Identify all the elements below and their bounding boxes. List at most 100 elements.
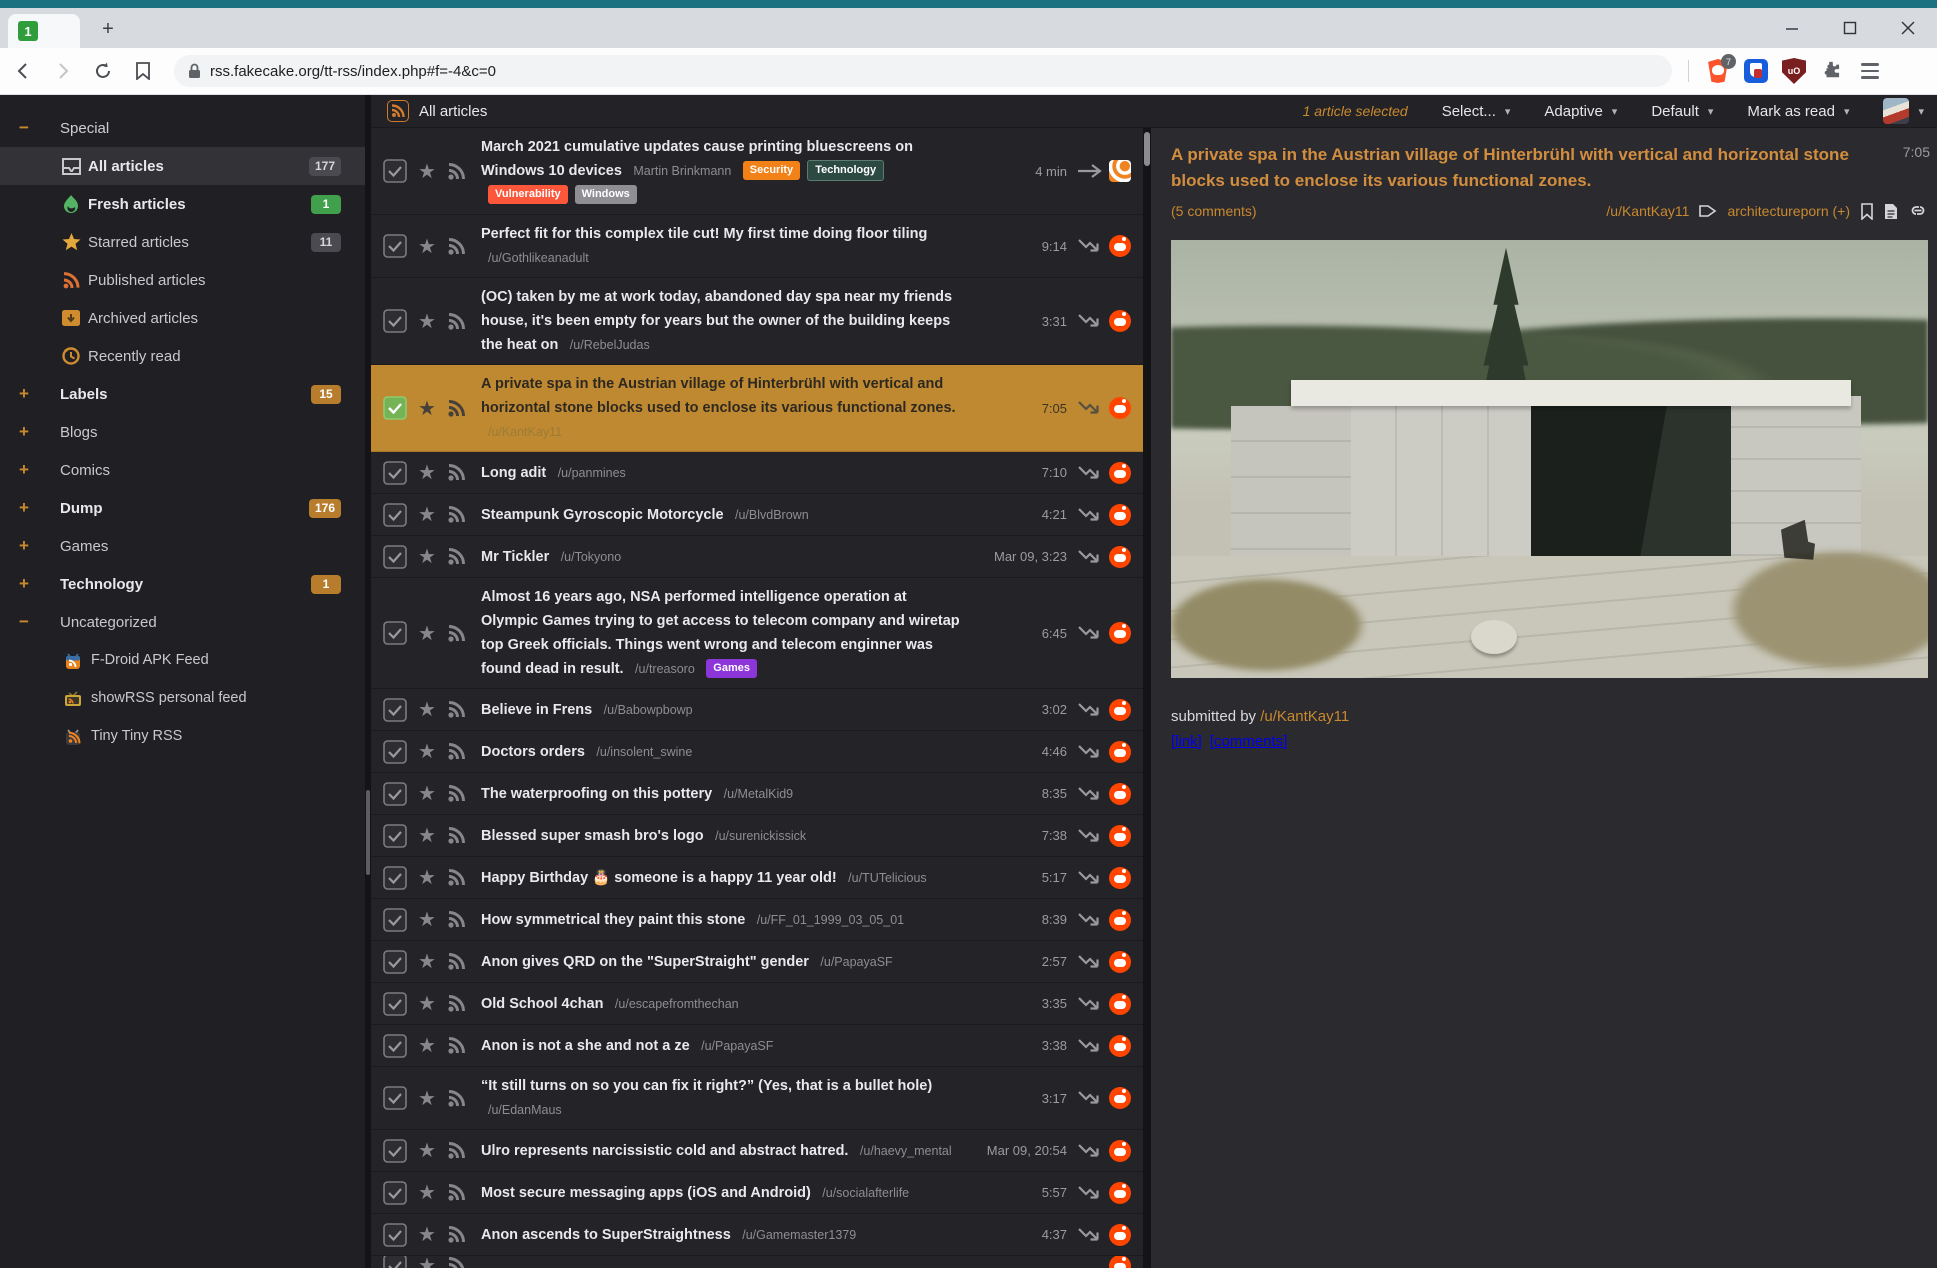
headlines-splitter[interactable] bbox=[1143, 128, 1151, 1268]
star-icon[interactable]: ★ bbox=[415, 159, 439, 184]
article-title[interactable]: Believe in Frens bbox=[481, 702, 592, 718]
reload-button[interactable] bbox=[86, 54, 120, 88]
article-author-link[interactable]: /u/KantKay11 bbox=[1606, 203, 1689, 219]
expander-icon[interactable]: + bbox=[14, 422, 34, 442]
article-row[interactable]: ★ Ulro represents narcissistic cold and … bbox=[371, 1130, 1143, 1172]
article-checkbox[interactable] bbox=[383, 1256, 407, 1268]
back-button[interactable] bbox=[6, 54, 40, 88]
star-icon[interactable]: ★ bbox=[415, 949, 439, 974]
publish-rss-icon[interactable] bbox=[445, 953, 469, 970]
publish-rss-icon[interactable] bbox=[445, 869, 469, 886]
article-row[interactable]: ★ Believe in Frens /u/Babowpbowp 3:02 bbox=[371, 689, 1143, 731]
label-chip[interactable]: Vulnerability bbox=[488, 185, 568, 205]
submitted-user-link[interactable]: /u/KantKay11 bbox=[1260, 708, 1349, 725]
feed-label[interactable]: Special bbox=[60, 120, 109, 137]
publish-rss-icon[interactable] bbox=[445, 1184, 469, 1201]
label-chip[interactable]: Windows bbox=[575, 185, 637, 205]
star-icon[interactable]: ★ bbox=[415, 502, 439, 527]
article-row[interactable]: ★ Almost 16 years ago, NSA performed int… bbox=[371, 578, 1143, 689]
article-checkbox[interactable] bbox=[383, 159, 407, 183]
article-title[interactable]: Long adit bbox=[481, 465, 546, 481]
sidebar-item-archived-articles[interactable]: Archived articles bbox=[0, 299, 365, 337]
article-checkbox[interactable] bbox=[383, 234, 407, 258]
sidebar-item-all-articles[interactable]: All articles 177 bbox=[0, 147, 365, 185]
article-checkbox[interactable] bbox=[383, 950, 407, 974]
article-row[interactable]: ★ Blessed super smash bro's logo /u/sure… bbox=[371, 815, 1143, 857]
label-chip[interactable]: Security bbox=[743, 161, 800, 181]
article-checkbox[interactable] bbox=[383, 545, 407, 569]
sidebar-feed-f-droid-apk-feed[interactable]: F-Droid APK Feed bbox=[0, 641, 365, 679]
article-title[interactable]: The waterproofing on this pottery bbox=[481, 786, 712, 802]
feed-label[interactable]: Games bbox=[60, 538, 108, 555]
star-icon[interactable]: ★ bbox=[415, 309, 439, 334]
article-checkbox[interactable] bbox=[383, 1034, 407, 1058]
publish-rss-icon[interactable] bbox=[445, 238, 469, 255]
star-icon[interactable]: ★ bbox=[415, 544, 439, 569]
article-checkbox[interactable] bbox=[383, 782, 407, 806]
publish-rss-icon[interactable] bbox=[445, 464, 469, 481]
article-row[interactable]: ★ Anon gives QRD on the "SuperStraight" … bbox=[371, 941, 1143, 983]
extensions-puzzle-icon[interactable] bbox=[1818, 57, 1846, 85]
article-checkbox[interactable] bbox=[383, 1086, 407, 1110]
feed-label[interactable]: F-Droid APK Feed bbox=[91, 652, 209, 668]
publish-rss-icon[interactable] bbox=[445, 1090, 469, 1107]
star-icon[interactable]: ★ bbox=[415, 460, 439, 485]
sidebar-item-recently-read[interactable]: Recently read bbox=[0, 337, 365, 375]
star-icon[interactable]: ★ bbox=[415, 1222, 439, 1247]
article-row[interactable]: ★ Doctors orders /u/insolent_swine 4:46 bbox=[371, 731, 1143, 773]
article-row[interactable]: ★ A private spa in the Austrian village … bbox=[371, 365, 1143, 452]
feed-label[interactable]: Starred articles bbox=[88, 234, 189, 251]
article-checkbox[interactable] bbox=[383, 1139, 407, 1163]
expander-icon[interactable]: + bbox=[14, 384, 34, 404]
article-checkbox[interactable] bbox=[383, 621, 407, 645]
article-row[interactable]: ★ Anon ascends to SuperStraightness /u/G… bbox=[371, 1214, 1143, 1256]
article-checkbox[interactable] bbox=[383, 503, 407, 527]
article-row[interactable]: ★ How symmetrical they paint this stone … bbox=[371, 899, 1143, 941]
publish-rss-icon[interactable] bbox=[445, 701, 469, 718]
publish-rss-icon[interactable] bbox=[445, 1037, 469, 1054]
comments-count-link[interactable]: (5 comments) bbox=[1171, 203, 1257, 219]
external-link[interactable]: [link] bbox=[1171, 733, 1202, 750]
article-checkbox[interactable] bbox=[383, 698, 407, 722]
publish-rss-icon[interactable] bbox=[445, 1142, 469, 1159]
feed-label[interactable]: Labels bbox=[60, 386, 108, 403]
ublock-extension-icon[interactable]: uO bbox=[1780, 57, 1808, 85]
star-icon[interactable]: ★ bbox=[415, 739, 439, 764]
comments-link[interactable]: [comments] bbox=[1210, 733, 1288, 750]
article-row[interactable]: ★ Anon is not a she and not a ze /u/Papa… bbox=[371, 1025, 1143, 1067]
star-icon[interactable]: ★ bbox=[415, 823, 439, 848]
sidebar-item-starred-articles[interactable]: Starred articles 11 bbox=[0, 223, 365, 261]
article-row[interactable]: ★ Most secure messaging apps (iOS and An… bbox=[371, 1172, 1143, 1214]
article-checkbox[interactable] bbox=[383, 396, 407, 420]
article-row[interactable]: ★ The waterproofing on this pottery /u/M… bbox=[371, 773, 1143, 815]
link-icon[interactable] bbox=[1908, 203, 1928, 219]
sidebar-item-comics[interactable]: + Comics bbox=[0, 451, 365, 489]
article-title[interactable]: Anon ascends to SuperStraightness bbox=[481, 1227, 731, 1243]
article-title[interactable]: Steampunk Gyroscopic Motorcycle bbox=[481, 507, 724, 523]
article-checkbox[interactable] bbox=[383, 309, 407, 333]
article-row[interactable]: ★ Long adit /u/panmines 7:10 bbox=[371, 452, 1143, 494]
article-title[interactable]: Anon gives QRD on the "SuperStraight" ge… bbox=[481, 954, 809, 970]
article-title[interactable]: Most secure messaging apps (iOS and Andr… bbox=[481, 1185, 811, 1201]
profile-menu[interactable]: ▾ bbox=[1883, 98, 1924, 124]
article-checkbox[interactable] bbox=[383, 1223, 407, 1247]
article-row[interactable]: ★ Happy Birthday 🎂 someone is a happy 11… bbox=[371, 857, 1143, 899]
dropdown-adaptive[interactable]: Adaptive▾ bbox=[1544, 103, 1617, 120]
star-icon[interactable]: ★ bbox=[415, 621, 439, 646]
article-checkbox[interactable] bbox=[383, 1181, 407, 1205]
brave-extension-icon[interactable]: 7 bbox=[1704, 57, 1732, 85]
address-bar[interactable]: rss.fakecake.org/tt-rss/index.php#f=-4&c… bbox=[174, 55, 1672, 87]
note-icon[interactable] bbox=[1884, 203, 1898, 220]
dropdown-default[interactable]: Default▾ bbox=[1651, 103, 1713, 120]
feed-label[interactable]: Dump bbox=[60, 500, 103, 517]
article-checkbox[interactable] bbox=[383, 992, 407, 1016]
feed-label[interactable]: Tiny Tiny RSS bbox=[91, 728, 182, 744]
article-checkbox[interactable] bbox=[383, 908, 407, 932]
browser-tab[interactable]: 1 bbox=[8, 14, 80, 48]
article-title[interactable]: Mr Tickler bbox=[481, 549, 549, 565]
star-icon[interactable]: ★ bbox=[415, 1180, 439, 1205]
article-row[interactable]: ★ Mr Tickler /u/Tokyono Mar 09, 3:23 bbox=[371, 536, 1143, 578]
article-title[interactable]: (OC) taken by me at work today, abandone… bbox=[481, 289, 952, 353]
article-title[interactable]: Ulro represents narcissistic cold and ab… bbox=[481, 1143, 848, 1159]
article-row[interactable]: ★ March 2021 cumulative updates cause pr… bbox=[371, 128, 1143, 215]
